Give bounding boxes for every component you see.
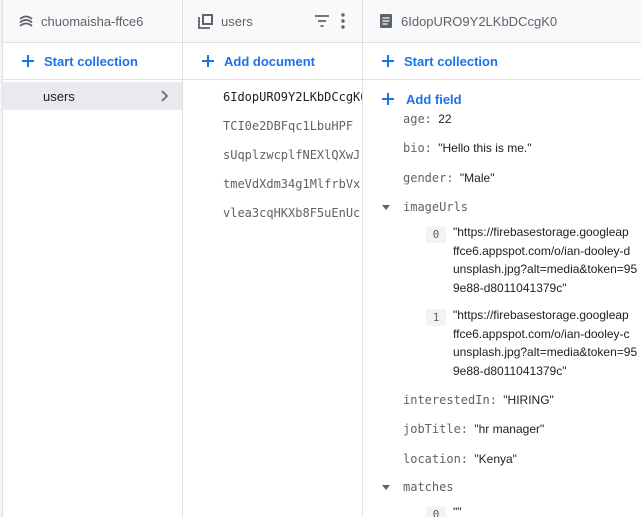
url-line: "https://firebasestorage.googleap xyxy=(453,225,629,239)
start-collection-button[interactable]: Start collection xyxy=(363,43,641,79)
collections-panel: chuomaisha-ffce6 Start collection users xyxy=(3,0,183,517)
field-key: bio: xyxy=(403,141,432,155)
url-line: 9e88-d8011041379c" xyxy=(453,364,567,379)
collection-title: users xyxy=(221,13,253,29)
database-icon xyxy=(17,12,35,30)
array-index-badge: 0 xyxy=(426,226,446,243)
plus-icon xyxy=(200,53,216,69)
add-document-button[interactable]: Add document xyxy=(183,43,362,79)
field-value: "Kenya" xyxy=(474,452,517,466)
field-value: "hr manager" xyxy=(474,422,545,436)
document-icon xyxy=(377,12,395,30)
start-collection-label: Start collection xyxy=(404,53,498,69)
url-line: "https://firebasestorage.googleap xyxy=(453,308,629,322)
field-key: jobTitle: xyxy=(403,422,469,436)
collection-icon xyxy=(197,12,215,30)
field-key: location: xyxy=(403,452,469,466)
array-item-value[interactable]: "" xyxy=(453,503,462,517)
plus-icon xyxy=(380,91,396,107)
field-gender[interactable]: gender: "Male" xyxy=(403,171,494,185)
url-line: 9e88-d8011041379c" xyxy=(453,281,567,296)
documents-panel-header: users xyxy=(183,0,362,43)
field-value: "Male" xyxy=(459,171,495,185)
document-item[interactable]: tmeVdXdm34g1MlfrbVx xyxy=(183,169,362,198)
field-imageUrls[interactable]: imageUrls xyxy=(403,200,468,214)
plus-icon xyxy=(380,53,396,69)
add-document-label: Add document xyxy=(224,53,315,69)
field-key: interestedIn: xyxy=(403,393,497,407)
field-key: gender: xyxy=(403,171,454,185)
filter-icon[interactable] xyxy=(314,14,330,31)
collection-item-label: users xyxy=(43,88,75,104)
divider xyxy=(183,79,362,80)
caret-down-icon[interactable] xyxy=(382,205,390,210)
field-jobTitle[interactable]: jobTitle: "hr manager" xyxy=(403,422,544,436)
divider xyxy=(3,79,182,80)
array-item-value[interactable]: "https://firebasestorage.googleap ffce6.… xyxy=(453,223,637,298)
document-item[interactable]: sUqplzwcplfNEXlQXwJ xyxy=(183,140,362,169)
document-item[interactable]: TCI0e2DBFqc1LbuHPF xyxy=(183,111,362,140)
field-location[interactable]: location: "Kenya" xyxy=(403,452,517,466)
url-line: ffce6.appspot.com/o/ian-dooley-d xyxy=(453,243,631,258)
add-field-label: Add field xyxy=(406,91,462,107)
documents-panel: users Add document 6IdopURO9Y2LKbDCcgK0 … xyxy=(183,0,363,517)
caret-down-icon[interactable] xyxy=(382,485,390,490)
document-panel-header: 6IdopURO9Y2LKbDCcgK0 xyxy=(363,0,641,43)
url-line: unsplash.jpg?alt=media&token=95 xyxy=(453,262,638,277)
field-interestedIn[interactable]: interestedIn: "HIRING" xyxy=(403,393,554,407)
collections-panel-header: chuomaisha-ffce6 xyxy=(3,0,182,43)
field-value: "HIRING" xyxy=(503,393,554,407)
more-vert-icon[interactable] xyxy=(340,13,346,32)
collection-item-users[interactable]: users xyxy=(3,82,182,110)
start-collection-label: Start collection xyxy=(44,53,138,69)
field-bio[interactable]: bio: "Hello this is me." xyxy=(403,141,531,155)
project-title: chuomaisha-ffce6 xyxy=(41,13,144,29)
field-matches[interactable]: matches xyxy=(403,480,454,494)
document-item[interactable]: 6IdopURO9Y2LKbDCcgK0 xyxy=(183,82,362,111)
field-value: "Hello this is me." xyxy=(438,141,532,155)
url-line: unsplash.jpg?alt=media&token=95 xyxy=(453,345,638,360)
field-value: 22 xyxy=(438,112,452,126)
chevron-right-icon xyxy=(160,89,170,106)
array-item-value[interactable]: "https://firebasestorage.googleap ffce6.… xyxy=(453,306,637,381)
divider xyxy=(363,79,641,80)
document-panel: 6IdopURO9Y2LKbDCcgK0 Start collection Ad… xyxy=(363,0,641,517)
field-key: matches xyxy=(403,480,454,494)
array-index-badge: 0 xyxy=(426,506,446,517)
start-collection-button[interactable]: Start collection xyxy=(3,43,182,79)
field-key: imageUrls xyxy=(403,200,469,214)
field-age[interactable]: age: 22 xyxy=(403,112,452,126)
url-line: ffce6.appspot.com/o/ian-dooley-c xyxy=(453,326,630,341)
array-index-badge: 1 xyxy=(426,309,446,326)
document-item[interactable]: vlea3cqHKXb8F5uEnUc xyxy=(183,198,362,227)
document-title: 6IdopURO9Y2LKbDCcgK0 xyxy=(401,13,558,29)
plus-icon xyxy=(20,53,36,69)
field-key: age: xyxy=(403,112,432,126)
